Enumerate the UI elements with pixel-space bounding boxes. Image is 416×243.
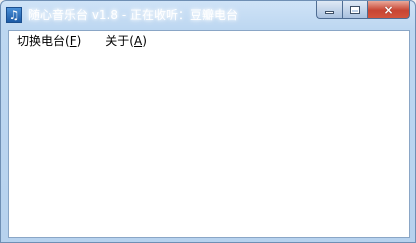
menu-accel-about: A [133, 34, 143, 48]
minimize-button[interactable] [316, 1, 342, 19]
maximize-icon [350, 5, 360, 14]
close-icon: × [383, 2, 394, 17]
client-area: 切换电台(F) 关于(A) [8, 30, 410, 238]
close-button[interactable]: × [367, 1, 410, 19]
menu-accel-switch-station: F [69, 34, 77, 48]
title-bar[interactable]: ♫ 随心音乐台 v1.8 - 正在收听：豆瓣电台 × [1, 1, 415, 30]
menu-tail-about: ) [142, 34, 147, 48]
menu-label-switch-station: 切换电台( [17, 34, 70, 48]
window-title: 随心音乐台 v1.8 - 正在收听：豆瓣电台 [28, 8, 238, 22]
content-area [9, 52, 409, 237]
minimize-icon [325, 11, 334, 14]
menu-item-switch-station[interactable]: 切换电台(F) [10, 31, 88, 52]
menu-item-about[interactable]: 关于(A) [98, 31, 154, 52]
menu-tail-switch-station: ) [76, 34, 82, 48]
maximize-button[interactable] [342, 1, 367, 19]
app-window: ♫ 随心音乐台 v1.8 - 正在收听：豆瓣电台 × 切换电台(F) 关于(A) [0, 0, 416, 243]
menu-label-about: 关于( [105, 34, 134, 48]
menu-bar: 切换电台(F) 关于(A) [9, 31, 409, 52]
music-note-icon[interactable]: ♫ [6, 7, 22, 23]
caption-buttons: × [316, 1, 410, 20]
